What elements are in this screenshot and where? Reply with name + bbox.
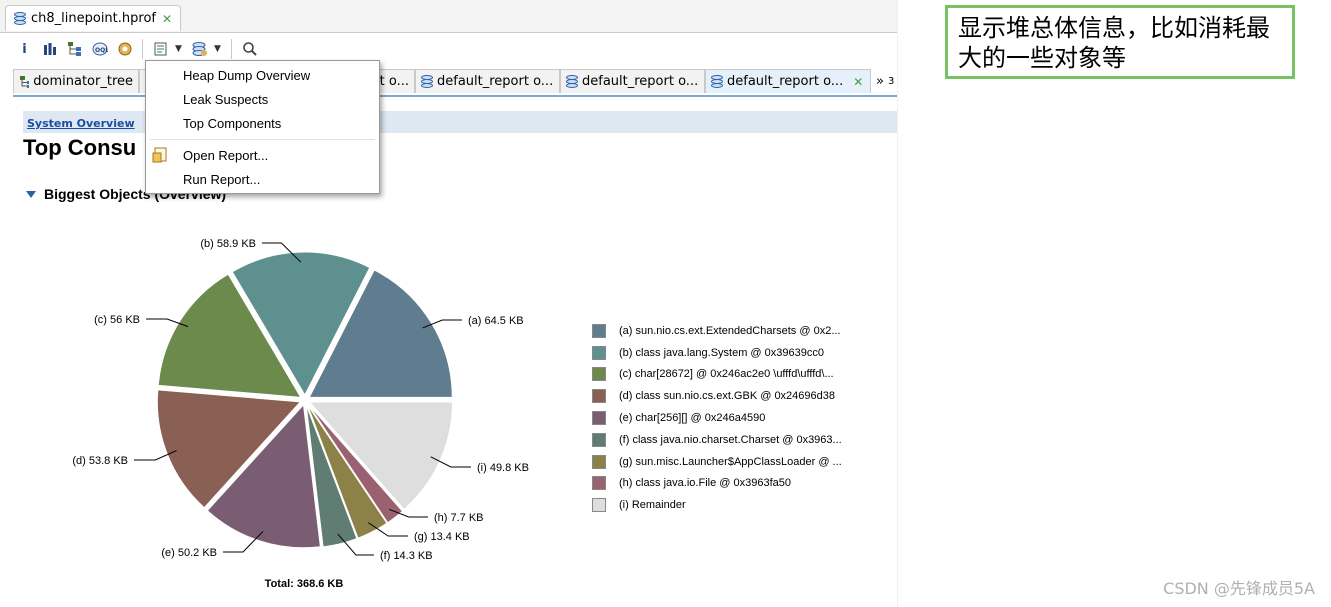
report-icon — [421, 74, 433, 89]
tab-dominator-tree[interactable]: dominator_tree — [13, 69, 139, 93]
legend-item-a: (a) sun.nio.cs.ext.ExtendedCharsets @ 0x… — [592, 320, 842, 342]
histogram-icon[interactable] — [39, 39, 60, 60]
info-icon[interactable]: i — [14, 39, 35, 60]
slice-label-c: (c) 56 KB — [94, 314, 140, 326]
legend-label: (i) Remainder — [619, 499, 686, 512]
legend-label: (b) class java.lang.System @ 0x39639cc0 — [619, 346, 824, 359]
legend-item-f: (f) class java.nio.charset.Charset @ 0x3… — [592, 429, 842, 451]
eclipse-mat-window: ch8_linepoint.hprof ✕ i OQL ▼ ▼ dominato… — [0, 0, 898, 607]
legend-item-b: (b) class java.lang.System @ 0x39639cc0 — [592, 342, 842, 364]
tab-default-report-2[interactable]: default_report o... — [560, 69, 705, 93]
legend-item-d: (d) class sun.nio.cs.ext.GBK @ 0x24696d3… — [592, 385, 842, 407]
slice-label-a: (a) 64.5 KB — [468, 315, 524, 327]
legend-label: (a) sun.nio.cs.ext.ExtendedCharsets @ 0x… — [619, 324, 841, 337]
svg-text:OQL: OQL — [95, 47, 108, 54]
menu-item-run-report[interactable]: Run Report... — [183, 168, 260, 190]
heap-dump-icon — [14, 11, 26, 26]
legend-swatch — [592, 323, 606, 338]
breadcrumb-link[interactable]: System Overview — [27, 117, 135, 130]
toolbar-separator — [231, 39, 232, 59]
legend-item-e: (e) char[256][] @ 0x246a4590 — [592, 407, 842, 429]
slice-label-b: (b) 58.9 KB — [200, 238, 256, 250]
slice-label-f: (f) 14.3 KB — [380, 550, 433, 562]
tab-label: default_report o... — [582, 74, 699, 89]
tab-label: default_report o... — [437, 74, 554, 89]
slice-label-g: (g) 13.4 KB — [414, 531, 470, 543]
tree-icon — [20, 75, 30, 88]
report-dropdown-menu: Heap Dump Overview Leak Suspects Top Com… — [145, 60, 380, 194]
legend-swatch — [592, 389, 606, 404]
slice-label-i: (i) 49.8 KB — [477, 462, 529, 474]
heap-dump-actions-icon[interactable] — [189, 39, 210, 60]
tab-default-report-1[interactable]: default_report o... — [415, 69, 560, 93]
legend-label: (f) class java.nio.charset.Charset @ 0x3… — [619, 433, 842, 446]
legend-label: (c) char[28672] @ 0x246ac2e0 \ufffd\ufff… — [619, 368, 834, 381]
toolbar-separator — [142, 39, 143, 59]
open-report-icon — [152, 147, 167, 163]
editor-tab-title: ch8_linepoint.hprof — [31, 11, 156, 26]
close-icon[interactable]: ✕ — [162, 12, 172, 26]
menu-item-heap-dump-overview[interactable]: Heap Dump Overview — [183, 64, 310, 86]
legend-item-i: (i) Remainder — [592, 494, 842, 516]
annotation-callout: 显示堆总体信息，比如消耗最大的一些对象等 — [945, 5, 1295, 79]
legend-swatch — [592, 367, 606, 382]
tab-label: default_report o... — [727, 74, 844, 89]
tab-default-report-3[interactable]: default_report o... ✕ — [705, 69, 871, 93]
legend-swatch — [592, 432, 606, 447]
menu-item-leak-suspects[interactable]: Leak Suspects — [183, 88, 268, 110]
search-icon[interactable] — [239, 39, 260, 60]
legend-swatch — [592, 454, 606, 469]
overflow-chevron-icon: » — [876, 73, 884, 89]
report-icon — [711, 74, 723, 89]
toolbar: i OQL ▼ ▼ — [0, 33, 911, 65]
legend-item-g: (g) sun.misc.Launcher$AppClassLoader @ .… — [592, 451, 842, 473]
legend-item-h: (h) class java.io.File @ 0x3963fa50 — [592, 473, 842, 495]
legend-swatch — [592, 345, 606, 360]
slice-label-d: (d) 53.8 KB — [72, 455, 128, 467]
slice-label-e: (e) 50.2 KB — [161, 547, 217, 559]
legend-swatch — [592, 476, 606, 491]
menu-item-top-components[interactable]: Top Components — [183, 112, 281, 134]
report-icon — [566, 74, 578, 89]
chevron-down-icon[interactable]: ▼ — [175, 44, 185, 54]
watermark: CSDN @先锋成员5A — [1163, 579, 1315, 598]
thread-overview-icon[interactable] — [114, 39, 135, 60]
editor-tab-bar: ch8_linepoint.hprof ✕ — [0, 0, 897, 33]
legend-label: (e) char[256][] @ 0x246a4590 — [619, 412, 766, 425]
legend-item-c: (c) char[28672] @ 0x246ac2e0 \ufffd\ufff… — [592, 364, 842, 386]
slice-label-h: (h) 7.7 KB — [434, 512, 484, 524]
collapse-triangle-icon[interactable] — [26, 190, 36, 198]
legend-swatch — [592, 498, 606, 513]
legend-label: (g) sun.misc.Launcher$AppClassLoader @ .… — [619, 455, 842, 468]
legend-label: (d) class sun.nio.cs.ext.GBK @ 0x24696d3… — [619, 390, 835, 403]
page-title: Top Consu — [23, 135, 137, 160]
editor-tab-hprof[interactable]: ch8_linepoint.hprof ✕ — [5, 5, 181, 31]
tab-label: dominator_tree — [33, 74, 133, 89]
dominator-tree-icon[interactable] — [64, 39, 85, 60]
chevron-down-icon[interactable]: ▼ — [214, 44, 224, 54]
chart-total-label: Total: 368.6 KB — [265, 578, 344, 590]
menu-item-open-report[interactable]: Open Report... — [183, 144, 268, 166]
legend-label: (h) class java.io.File @ 0x3963fa50 — [619, 477, 791, 490]
tab-label: t o... — [379, 74, 409, 89]
menu-separator — [150, 139, 375, 140]
legend-swatch — [592, 411, 606, 426]
chart-legend: (a) sun.nio.cs.ext.ExtendedCharsets @ 0x… — [592, 320, 842, 516]
close-icon[interactable]: ✕ — [853, 75, 863, 89]
overflow-count: 3 — [887, 75, 895, 87]
report-run-icon[interactable] — [150, 39, 171, 60]
oql-icon[interactable]: OQL — [89, 39, 110, 60]
tab-overflow-button[interactable]: » 3 — [871, 69, 897, 93]
